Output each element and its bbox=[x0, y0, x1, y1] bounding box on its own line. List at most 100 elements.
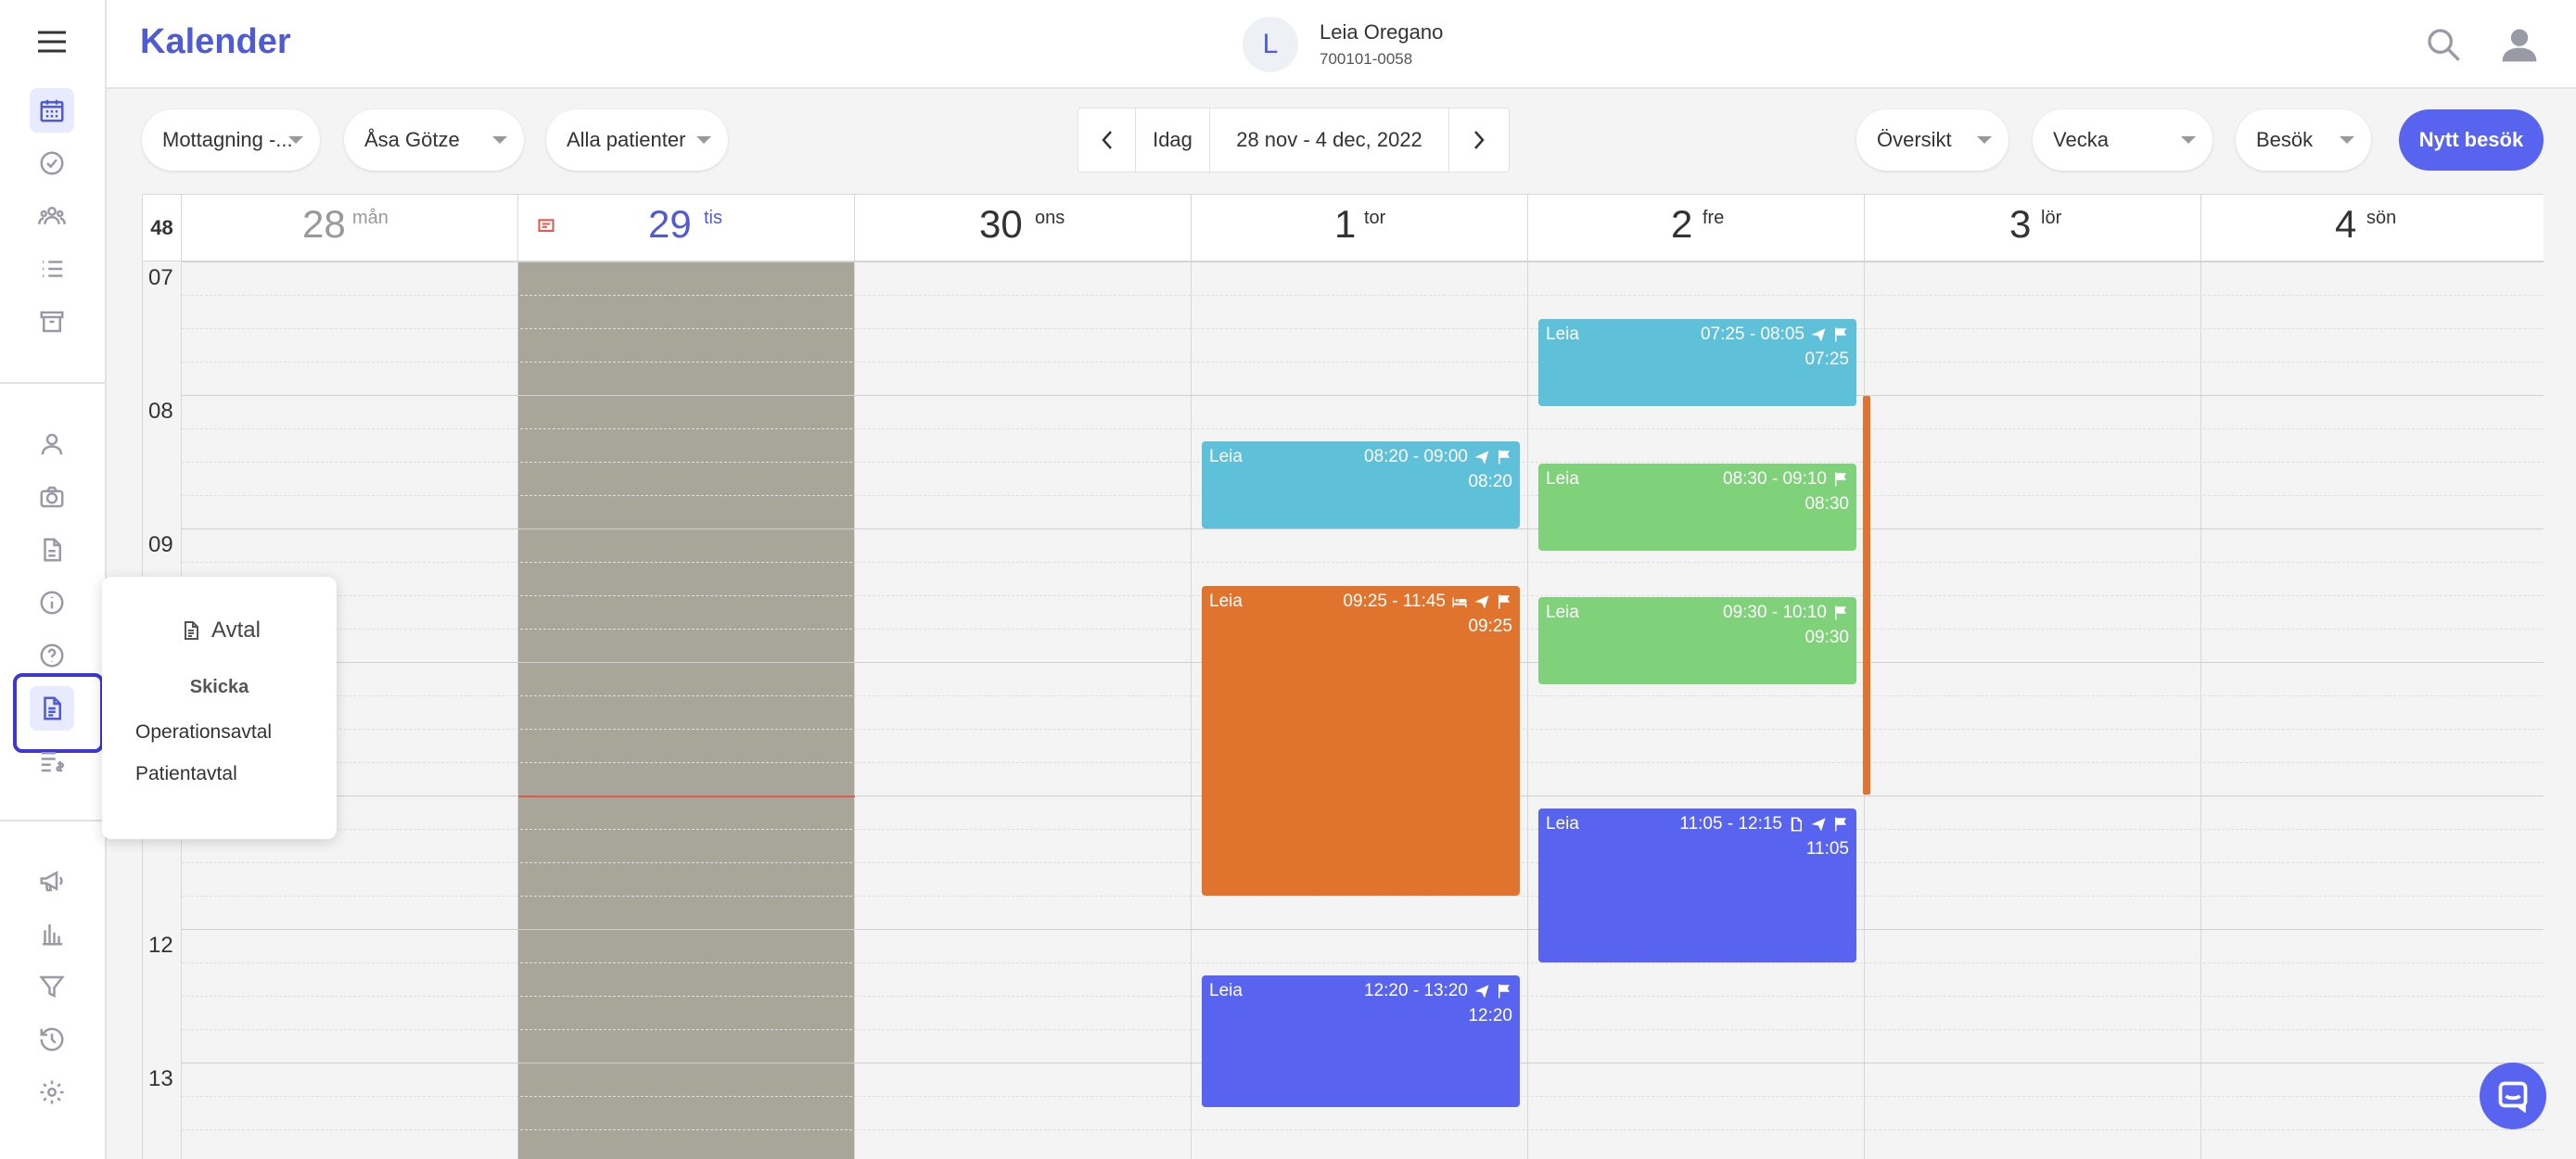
view-mode-select[interactable]: Översikt bbox=[1856, 109, 2009, 171]
account-icon[interactable] bbox=[2499, 24, 2540, 65]
check-circle-icon[interactable] bbox=[30, 141, 74, 185]
settings-icon[interactable] bbox=[30, 1070, 74, 1114]
next-week-button[interactable] bbox=[1449, 108, 1509, 172]
search-icon[interactable] bbox=[2425, 26, 2462, 63]
help-icon[interactable] bbox=[30, 633, 74, 678]
chevron-down-icon bbox=[1977, 136, 1992, 144]
day-header-wed[interactable]: 30 ons bbox=[855, 195, 1192, 261]
type-value: Besök bbox=[2256, 128, 2314, 151]
send-icon bbox=[1810, 816, 1827, 833]
chat-icon bbox=[2498, 1081, 2528, 1113]
invoice-icon[interactable] bbox=[30, 739, 74, 783]
calendar-icon[interactable] bbox=[30, 88, 74, 133]
person-icon[interactable] bbox=[30, 422, 74, 466]
bar-chart-icon[interactable] bbox=[30, 911, 74, 956]
filter-icon[interactable] bbox=[30, 964, 74, 1009]
day-column[interactable] bbox=[2201, 261, 2544, 1159]
prev-week-button[interactable] bbox=[1078, 108, 1136, 172]
appointment[interactable]: Leia 09:25 - 11:45 09:25 bbox=[1202, 586, 1520, 896]
current-time-line bbox=[518, 796, 855, 797]
megaphone-icon[interactable] bbox=[30, 859, 74, 903]
day-header-sat[interactable]: 3 lör bbox=[1865, 195, 2201, 261]
appointment-start: 12:20 bbox=[1468, 1006, 1512, 1025]
day-header-sun[interactable]: 4 sön bbox=[2201, 195, 2544, 261]
day-header-fri[interactable]: 2 fre bbox=[1528, 195, 1865, 261]
appointment-time-range: 07:25 - 08:05 bbox=[1701, 325, 1804, 344]
group-icon[interactable] bbox=[30, 194, 74, 238]
flag-icon bbox=[1496, 593, 1512, 610]
flag-icon bbox=[1832, 816, 1849, 833]
date-range-label[interactable]: 28 nov - 4 dec, 2022 bbox=[1210, 108, 1449, 172]
day-header-mon[interactable]: 28 mån bbox=[182, 195, 518, 261]
chevron-left-icon bbox=[1101, 131, 1112, 149]
info-icon[interactable] bbox=[30, 580, 74, 625]
appointment-time-range: 09:25 - 11:45 bbox=[1343, 592, 1446, 611]
appointment-patient: Leia bbox=[1546, 603, 1579, 622]
staff-select[interactable]: Åsa Götze bbox=[344, 109, 524, 171]
type-select[interactable]: Besök bbox=[2236, 109, 2371, 171]
appointment[interactable]: Leia 08:20 - 09:00 08:20 bbox=[1202, 441, 1520, 529]
appointment[interactable]: Leia 12:20 - 13:20 12:20 bbox=[1202, 975, 1520, 1107]
appointment[interactable]: Leia 08:30 - 09:10 08:30 bbox=[1538, 464, 1856, 551]
day-column-blocked[interactable] bbox=[518, 261, 855, 1159]
appointment-start: 08:20 bbox=[1468, 472, 1512, 491]
flag-icon bbox=[1496, 449, 1512, 465]
history-icon[interactable] bbox=[30, 1017, 74, 1062]
day-header-thu[interactable]: 1 tor bbox=[1192, 195, 1528, 261]
day-name: lör bbox=[2041, 208, 2062, 228]
hour-label: 12 bbox=[148, 933, 173, 958]
document-icon[interactable] bbox=[30, 528, 74, 572]
menu-item-patientavtal[interactable]: Patientavtal bbox=[135, 763, 237, 785]
appointment-patient: Leia bbox=[1546, 814, 1579, 834]
day-column[interactable] bbox=[855, 261, 1192, 1159]
list-icon[interactable] bbox=[30, 247, 74, 291]
popover-title-text: Avtal bbox=[211, 618, 261, 643]
chevron-down-icon bbox=[288, 136, 303, 144]
menu-item-operationsavtal[interactable]: Operationsavtal bbox=[135, 721, 272, 744]
page-title: Kalender bbox=[140, 22, 291, 61]
staff-select-value: Åsa Götze bbox=[364, 128, 460, 151]
flag-icon bbox=[1832, 326, 1849, 343]
appointment-time: 11:05 - 12:15 bbox=[1679, 814, 1849, 834]
appointment[interactable]: Leia 11:05 - 12:15 11:05 bbox=[1538, 809, 1856, 962]
note-icon[interactable] bbox=[537, 217, 555, 236]
hour-label: 13 bbox=[148, 1066, 173, 1091]
appointment-start: 07:25 bbox=[1804, 350, 1849, 369]
send-icon bbox=[1473, 983, 1490, 1000]
popover-title: Avtal bbox=[180, 618, 261, 643]
day-header-tue[interactable]: 29 tis bbox=[518, 195, 855, 261]
day-column[interactable] bbox=[1865, 261, 2201, 1159]
archive-icon[interactable] bbox=[30, 299, 74, 344]
today-button[interactable]: Idag bbox=[1136, 108, 1210, 172]
camera-icon[interactable] bbox=[30, 475, 74, 519]
hour-label: 08 bbox=[148, 399, 173, 424]
new-visit-button[interactable]: Nytt besök bbox=[2399, 109, 2544, 171]
appointment-time: 09:25 - 11:45 bbox=[1343, 592, 1512, 612]
day-name: mån bbox=[352, 208, 389, 228]
clinic-select-value: Mottagning -... bbox=[162, 128, 293, 151]
day-number: 30 bbox=[979, 202, 1023, 246]
hour-label: 07 bbox=[148, 265, 173, 290]
patients-select[interactable]: Alla patienter bbox=[546, 109, 728, 171]
appointment-time: 08:20 - 09:00 bbox=[1364, 447, 1512, 467]
day-number: 1 bbox=[1334, 202, 1357, 246]
appointment[interactable]: Leia 09:30 - 10:10 09:30 bbox=[1538, 597, 1856, 684]
patient-name[interactable]: Leia Oregano bbox=[1320, 20, 1443, 45]
patient-avatar[interactable]: L bbox=[1243, 17, 1298, 72]
chat-button[interactable] bbox=[2480, 1063, 2546, 1129]
appointment-start: 09:30 bbox=[1804, 628, 1849, 647]
clinic-select[interactable]: Mottagning -... bbox=[142, 109, 320, 171]
bed-icon bbox=[1451, 593, 1468, 610]
appointment-patient: Leia bbox=[1546, 325, 1579, 344]
appointment-start: 08:30 bbox=[1804, 494, 1849, 514]
appointment[interactable]: Leia 07:25 - 08:05 07:25 bbox=[1538, 319, 1856, 406]
day-name: sön bbox=[2366, 208, 2397, 228]
appointment-overflow-bar[interactable] bbox=[1863, 396, 1870, 795]
appointment-time: 09:30 - 10:10 bbox=[1723, 603, 1849, 623]
hamburger-menu-icon[interactable] bbox=[38, 30, 66, 54]
date-navigator: Idag 28 nov - 4 dec, 2022 bbox=[1078, 108, 1510, 172]
week-number: 48 bbox=[143, 195, 182, 261]
appointment-time-range: 12:20 - 13:20 bbox=[1364, 981, 1468, 1000]
period-select[interactable]: Vecka bbox=[2033, 109, 2213, 171]
appointment-start: 11:05 bbox=[1805, 839, 1849, 859]
